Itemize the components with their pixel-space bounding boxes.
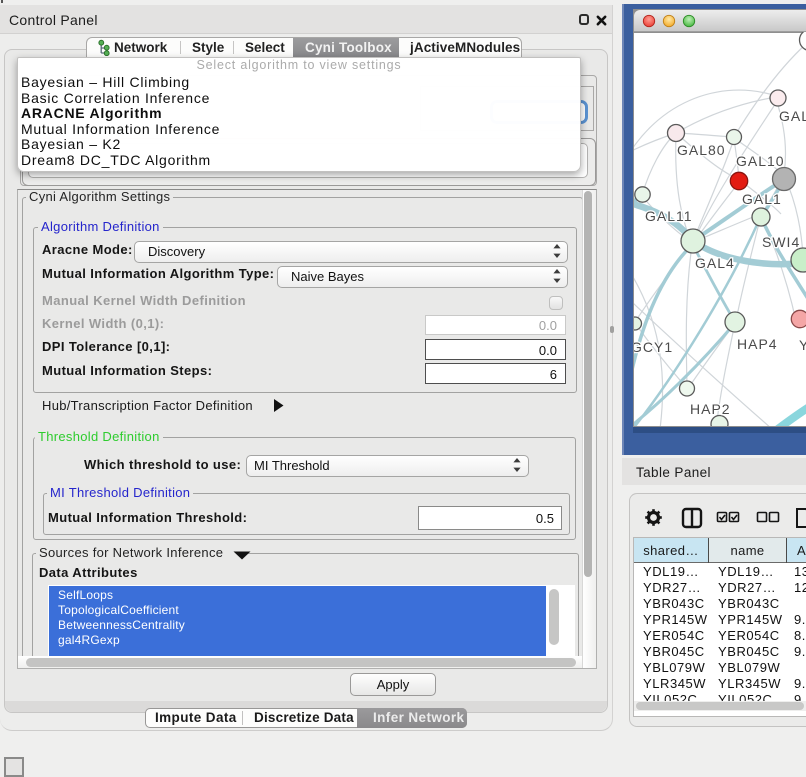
svg-text:GAL4: GAL4 (695, 255, 735, 271)
svg-text:HAP4: HAP4 (737, 336, 778, 352)
svg-text:GAL1: GAL1 (742, 191, 782, 207)
svg-text:GAL10: GAL10 (736, 153, 785, 169)
svg-text:SWI4: SWI4 (762, 234, 800, 250)
svg-text:GAL80: GAL80 (677, 142, 726, 158)
svg-text:GCY1: GCY1 (631, 339, 673, 355)
svg-text:YEL: YEL (799, 337, 806, 353)
svg-text:GAL11: GAL11 (645, 208, 693, 224)
svg-text:GAL7: GAL7 (779, 108, 806, 124)
svg-text:HAP2: HAP2 (690, 401, 731, 417)
